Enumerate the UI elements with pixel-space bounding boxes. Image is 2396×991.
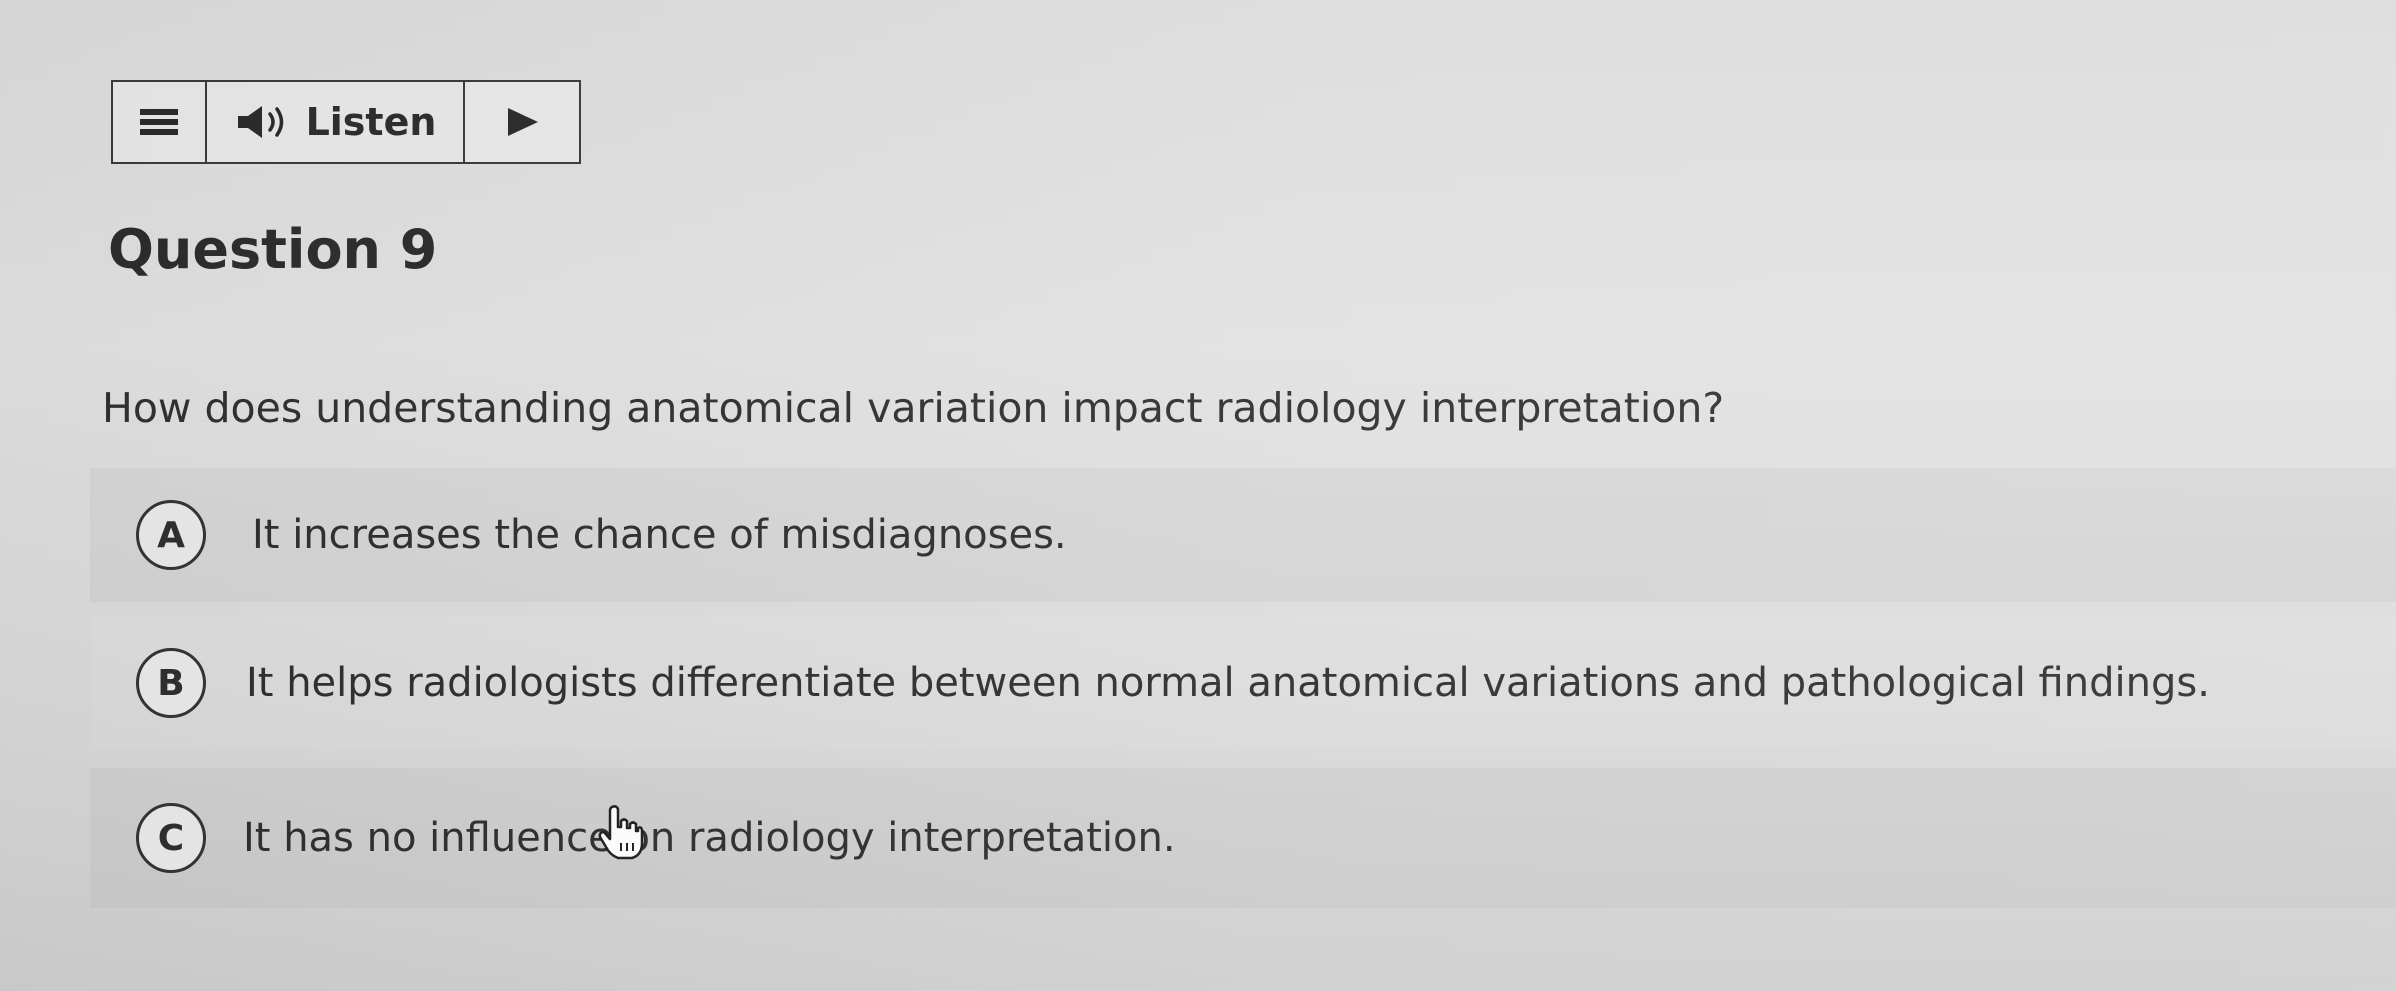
listen-toolbar: Listen	[111, 80, 581, 164]
answer-option-b[interactable]: B It helps radiologists differentiate be…	[90, 616, 2396, 750]
quiz-page: Listen Question 9 How does understanding…	[0, 0, 2396, 991]
listen-label: Listen	[305, 100, 437, 144]
option-letter-a[interactable]: A	[136, 500, 206, 570]
answer-option-a[interactable]: A It increases the chance of misdiagnose…	[90, 468, 2396, 602]
option-letter-b[interactable]: B	[136, 648, 206, 718]
hand-pointer-icon	[598, 805, 644, 860]
option-text-c: It has no influence on radiology interpr…	[243, 815, 1176, 861]
answer-option-c[interactable]: C It has no influence on radiology inter…	[90, 768, 2396, 908]
option-letter-c[interactable]: C	[136, 803, 206, 873]
listen-button[interactable]: Listen	[207, 82, 465, 162]
speaker-icon	[237, 106, 283, 138]
menu-button[interactable]	[113, 82, 207, 162]
play-button[interactable]	[465, 82, 579, 162]
option-text-b: It helps radiologists differentiate betw…	[246, 660, 2210, 706]
option-text-a: It increases the chance of misdiagnoses.	[252, 512, 1067, 558]
question-title: Question 9	[108, 218, 438, 281]
question-text: How does understanding anatomical variat…	[102, 384, 1725, 432]
hamburger-menu-icon	[140, 105, 178, 139]
play-icon	[508, 108, 538, 136]
